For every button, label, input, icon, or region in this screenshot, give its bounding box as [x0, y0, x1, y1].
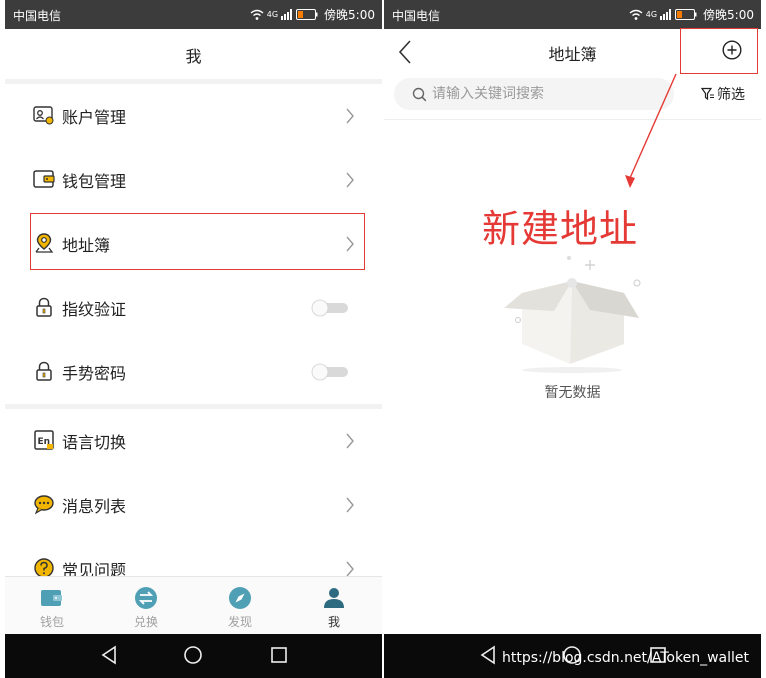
chevron-right-icon [346, 497, 354, 513]
exchange-icon [135, 587, 157, 609]
lock-icon [36, 361, 52, 381]
menu-item-account-management[interactable]: 账户管理 [5, 84, 382, 148]
gesture-password-toggle[interactable] [310, 363, 350, 381]
signal-icon [660, 9, 672, 20]
menu-label: 消息列表 [62, 497, 127, 516]
home-circle-icon[interactable] [183, 645, 203, 665]
language-en-icon: En [34, 430, 54, 450]
account-card-icon [33, 106, 54, 125]
network-type-label: 4G [645, 10, 658, 19]
tab-me[interactable]: 我 [287, 577, 381, 635]
empty-state-text: 暂无数据 [544, 385, 601, 401]
bottom-tab-bar: 钱包 兑换 发现 我 [5, 576, 382, 634]
lock-icon [36, 297, 52, 317]
tab-label: 兑换 [133, 615, 158, 629]
filter-funnel-icon [701, 87, 714, 101]
menu-item-language-switch[interactable]: En 语言切换 [5, 409, 382, 473]
tab-wallet[interactable]: 钱包 [5, 577, 99, 635]
tab-label: 我 [327, 615, 340, 629]
right-phone-screen: 中国电信 4G 傍晚5:00 地址簿 筛选 新建地址 [384, 0, 761, 678]
left-phone-screen: 中国电信 4G 傍晚5:00 我 账户管理 钱包管理 地址簿 指纹验证 手势密码… [5, 0, 382, 678]
page-header: 我 [5, 29, 382, 79]
highlight-box-add-button [680, 28, 758, 74]
search-icon [412, 87, 427, 102]
menu-label: 钱包管理 [62, 172, 127, 191]
chevron-right-icon [346, 433, 354, 449]
wifi-icon [629, 9, 643, 20]
tab-label: 发现 [227, 615, 252, 629]
carrier-label: 中国电信 [392, 9, 441, 23]
system-nav-bar [5, 634, 382, 678]
search-row: 筛选 [384, 74, 761, 120]
chevron-right-icon [346, 108, 354, 124]
search-input[interactable] [432, 82, 662, 106]
status-bar: 中国电信 4G 傍晚5:00 [384, 0, 761, 29]
chevron-right-icon [346, 172, 354, 188]
fingerprint-toggle[interactable] [310, 299, 350, 317]
status-indicators: 4G 傍晚5:00 [629, 6, 754, 23]
clock-label: 傍晚5:00 [703, 8, 754, 22]
battery-icon [296, 9, 318, 20]
chevron-right-icon [346, 561, 354, 577]
compass-icon [229, 587, 251, 609]
menu-label: 手势密码 [62, 364, 127, 383]
tab-discover[interactable]: 发现 [193, 577, 287, 635]
wallet-icon [33, 170, 55, 188]
status-indicators: 4G 傍晚5:00 [250, 6, 375, 23]
status-bar: 中国电信 4G 傍晚5:00 [5, 0, 382, 29]
menu-item-fingerprint-verification[interactable]: 指纹验证 [5, 276, 382, 340]
menu-label: 账户管理 [62, 108, 127, 127]
menu-label: 语言切换 [62, 433, 127, 452]
page-title: 我 [185, 47, 202, 66]
annotation-label: 新建地址 [482, 207, 639, 251]
watermark-text: https://blog.csdn.net/AToken_wallet [502, 650, 749, 666]
person-icon [324, 588, 344, 608]
carrier-label: 中国电信 [13, 9, 62, 23]
chat-bubble-icon [34, 495, 54, 515]
menu-item-message-list[interactable]: 消息列表 [5, 473, 382, 537]
wifi-icon [250, 9, 264, 20]
clock-label: 傍晚5:00 [324, 8, 375, 22]
highlight-box-address-book [30, 213, 365, 270]
tab-label: 钱包 [39, 615, 64, 629]
wallet-tab-icon [41, 590, 62, 606]
signal-icon [281, 9, 293, 20]
recents-square-icon[interactable] [269, 645, 289, 665]
menu-label: 指纹验证 [62, 300, 127, 319]
tab-exchange[interactable]: 兑换 [99, 577, 193, 635]
menu-item-wallet-management[interactable]: 钱包管理 [5, 148, 382, 212]
svg-text:En: En [38, 437, 51, 447]
back-triangle-icon[interactable] [100, 645, 120, 665]
back-triangle-icon[interactable] [479, 645, 499, 665]
network-type-label: 4G [266, 10, 279, 19]
filter-label: 筛选 [717, 87, 745, 103]
filter-button[interactable]: 筛选 [701, 84, 745, 104]
battery-icon [675, 9, 697, 20]
search-box[interactable] [394, 78, 674, 110]
menu-item-gesture-password[interactable]: 手势密码 [5, 340, 382, 404]
empty-box-illustration [504, 256, 641, 373]
